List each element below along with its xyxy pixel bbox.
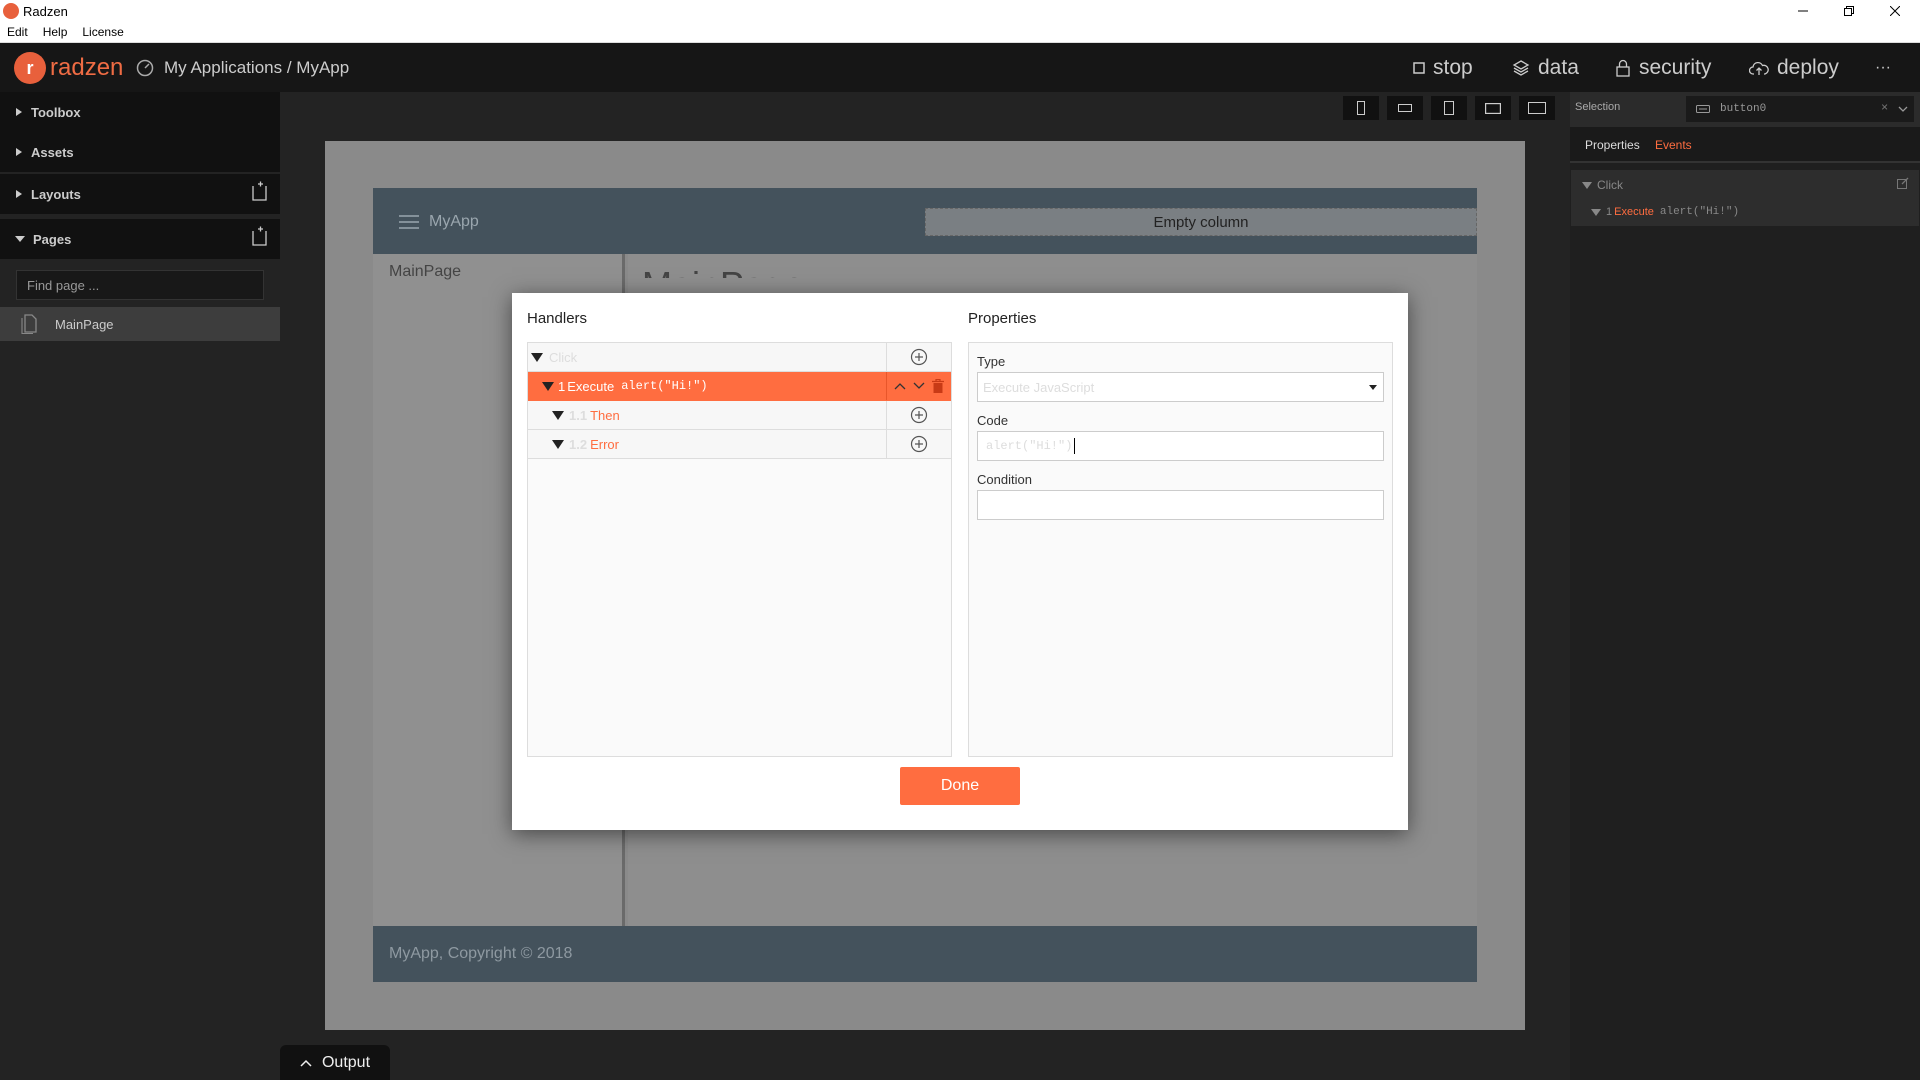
error-label: Error — [590, 436, 619, 452]
add-action-button[interactable] — [886, 343, 951, 371]
action-type: Execute — [567, 378, 615, 394]
restore-icon — [1844, 6, 1854, 16]
caret-down-icon — [542, 381, 554, 391]
app-logo-icon — [3, 3, 19, 19]
code-label: Code — [977, 413, 1009, 428]
handlers-title: Handlers — [527, 310, 588, 327]
code-value: alert("Hi!") — [986, 439, 1073, 453]
add-circle-icon — [910, 348, 928, 366]
properties-panel — [968, 342, 1393, 757]
handler-row-error[interactable]: 1.2 Error — [528, 430, 951, 459]
caret-down-icon — [531, 352, 543, 362]
type-select[interactable]: Execute JavaScript — [977, 372, 1384, 402]
menu-help[interactable]: Help — [36, 25, 76, 39]
close-window-button[interactable] — [1872, 0, 1918, 22]
menu-edit[interactable]: Edit — [0, 25, 36, 39]
text-cursor — [1074, 438, 1076, 454]
chevron-up-icon[interactable] — [894, 382, 906, 390]
menu-license[interactable]: License — [75, 25, 131, 39]
add-then-action-button[interactable] — [886, 401, 951, 429]
type-value: Execute JavaScript — [983, 379, 1095, 395]
restore-button[interactable] — [1826, 0, 1872, 22]
handler-row-click[interactable]: Click — [528, 343, 951, 372]
title-bar: Radzen — [0, 0, 1920, 22]
minimize-button[interactable] — [1780, 0, 1826, 22]
add-error-action-button[interactable] — [886, 430, 951, 458]
then-label: Then — [590, 407, 620, 423]
done-button[interactable]: Done — [900, 767, 1020, 805]
code-input[interactable]: alert("Hi!") — [977, 431, 1384, 461]
action-code: alert("Hi!") — [621, 379, 708, 393]
condition-label: Condition — [977, 472, 1032, 487]
handler-click-label: Click — [549, 349, 578, 365]
action-num: 1 — [558, 378, 566, 394]
handler-row-execute[interactable]: 1 Execute alert("Hi!") — [528, 372, 951, 401]
condition-input[interactable] — [977, 490, 1384, 520]
add-circle-icon — [910, 406, 928, 424]
handler-row-then[interactable]: 1.1 Then — [528, 401, 951, 430]
caret-down-icon — [552, 439, 564, 449]
add-circle-icon — [910, 435, 928, 453]
error-num: 1.2 — [569, 436, 588, 452]
chevron-down-icon[interactable] — [913, 382, 925, 390]
dropdown-arrow-icon — [1369, 385, 1377, 390]
type-label: Type — [977, 354, 1006, 369]
caret-down-icon — [552, 410, 564, 420]
then-num: 1.1 — [569, 407, 588, 423]
properties-title: Properties — [968, 310, 1037, 327]
minimize-icon — [1798, 10, 1808, 12]
trash-icon[interactable] — [932, 379, 944, 393]
action-controls — [886, 372, 951, 400]
close-icon — [1890, 6, 1900, 16]
window-title: Radzen — [23, 4, 68, 19]
menu-bar: Edit Help License — [0, 22, 1920, 43]
